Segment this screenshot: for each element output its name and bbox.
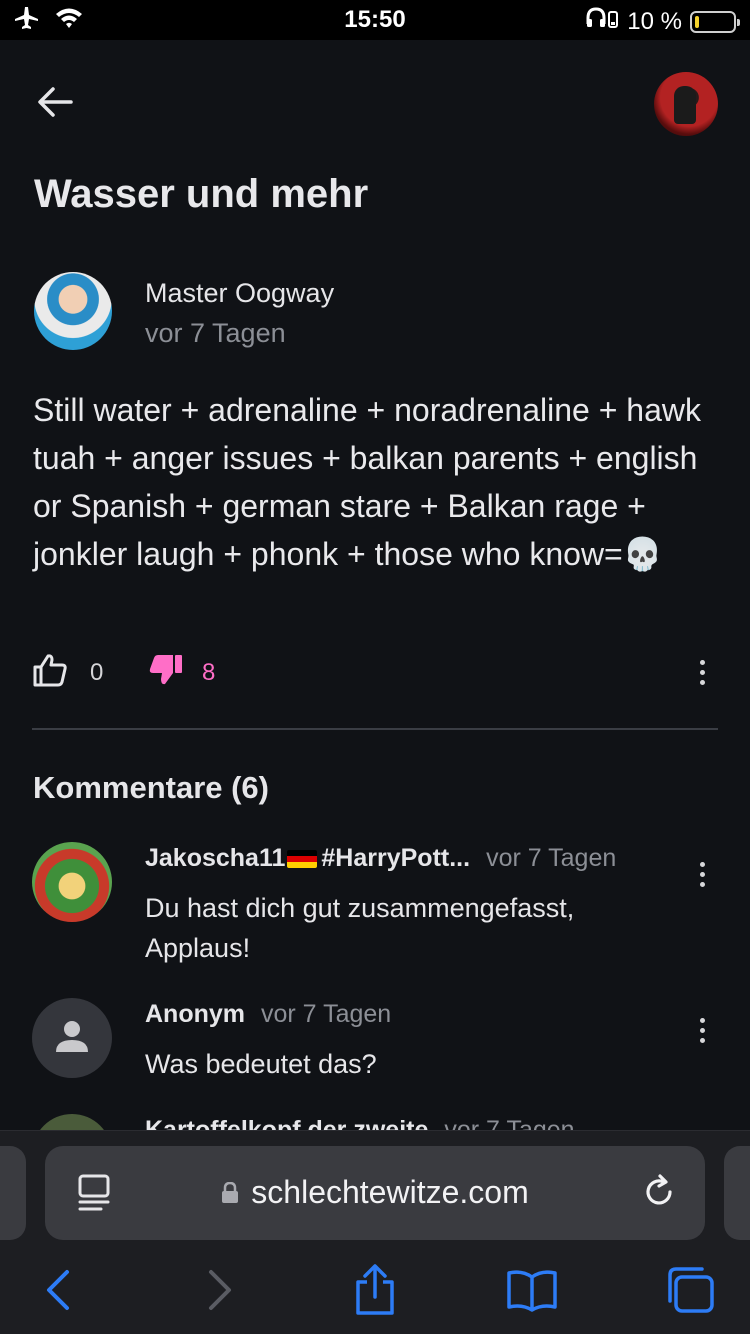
battery-icon	[690, 10, 740, 33]
comment-user-suffix: #HarryPott...	[321, 844, 471, 872]
user-placeholder-icon	[52, 1016, 92, 1061]
more-dot	[699, 1037, 705, 1043]
germany-flag-icon	[287, 850, 318, 868]
like-count: 0	[90, 658, 104, 686]
like-button[interactable]: 0	[32, 652, 103, 693]
status-right: 10 %	[585, 6, 740, 37]
bookmarks-button[interactable]	[502, 1262, 562, 1322]
author-name[interactable]: Master Oogway	[145, 278, 334, 309]
more-dot	[699, 669, 705, 675]
share-button[interactable]	[345, 1262, 405, 1322]
more-dot	[699, 871, 705, 877]
comment-user[interactable]: Anonym	[145, 1000, 245, 1029]
comment-text: Was bedeutet das?	[145, 1049, 377, 1079]
thumbs-up-icon	[32, 652, 68, 693]
url-display[interactable]: schlechtewitze.com	[45, 1174, 705, 1211]
vote-row: 0 8	[32, 652, 718, 692]
divider	[32, 728, 718, 730]
more-vertical-icon	[699, 659, 705, 665]
comment-more-button[interactable]	[694, 1010, 710, 1050]
comments-title: Kommentare (6)	[33, 770, 269, 805]
lock-icon	[221, 1175, 239, 1203]
status-bar: 15:50 10 %	[0, 0, 750, 40]
battery-fill	[695, 15, 699, 28]
page-title: Wasser und mehr	[34, 172, 369, 216]
reload-icon[interactable]	[639, 1172, 679, 1212]
previous-tab-preview[interactable]	[0, 1146, 26, 1240]
chevron-left-icon	[43, 1268, 73, 1317]
more-vertical-icon	[699, 1017, 705, 1023]
next-tab-preview[interactable]	[724, 1146, 750, 1240]
arrow-left-icon	[37, 86, 73, 123]
address-bar[interactable]: schlechtewitze.com	[45, 1146, 705, 1240]
profile-avatar[interactable]	[654, 72, 718, 136]
more-dot	[699, 881, 705, 887]
comment-avatar[interactable]	[32, 842, 112, 922]
battery-percent: 10 %	[627, 7, 682, 35]
author-avatar[interactable]	[34, 272, 112, 350]
comment-text: Du hast dich gut zusammengefasst, Applau…	[145, 893, 575, 963]
comment-more-button[interactable]	[694, 854, 710, 894]
thumbs-down-icon	[148, 652, 184, 693]
dislike-button[interactable]: 8	[148, 652, 215, 693]
share-icon	[353, 1263, 397, 1321]
more-dot	[699, 1027, 705, 1033]
more-vertical-icon	[699, 861, 705, 867]
post-more-button[interactable]	[694, 652, 710, 692]
comment-time: vor 7 Tagen	[486, 844, 617, 872]
comment-header: Jakoscha11 #HarryPott... vor 7 Tagen	[145, 844, 616, 873]
comment-time: vor 7 Tagen	[261, 1000, 392, 1028]
post-time: vor 7 Tagen	[145, 318, 286, 348]
book-icon	[506, 1268, 558, 1317]
comment-avatar[interactable]	[32, 998, 112, 1078]
dislike-count: 8	[202, 658, 216, 686]
comment-user[interactable]: Jakoscha11 #HarryPott...	[145, 844, 470, 873]
url-text: schlechtewitze.com	[251, 1174, 529, 1210]
chevron-right-icon	[205, 1268, 235, 1317]
comment-header: Anonym vor 7 Tagen	[145, 1000, 391, 1029]
post-text: Still water + adrenaline + noradrenaline…	[33, 392, 701, 572]
headphones-icon	[585, 6, 619, 37]
browser-forward-button[interactable]	[190, 1262, 250, 1322]
browser-toolbar	[0, 1262, 750, 1322]
more-dot	[699, 679, 705, 685]
tabs-icon	[665, 1266, 715, 1319]
browser-back-button[interactable]	[28, 1262, 88, 1322]
comment-user-name: Jakoscha11	[145, 844, 286, 872]
tabs-button[interactable]	[660, 1262, 720, 1322]
back-button[interactable]	[30, 82, 80, 126]
